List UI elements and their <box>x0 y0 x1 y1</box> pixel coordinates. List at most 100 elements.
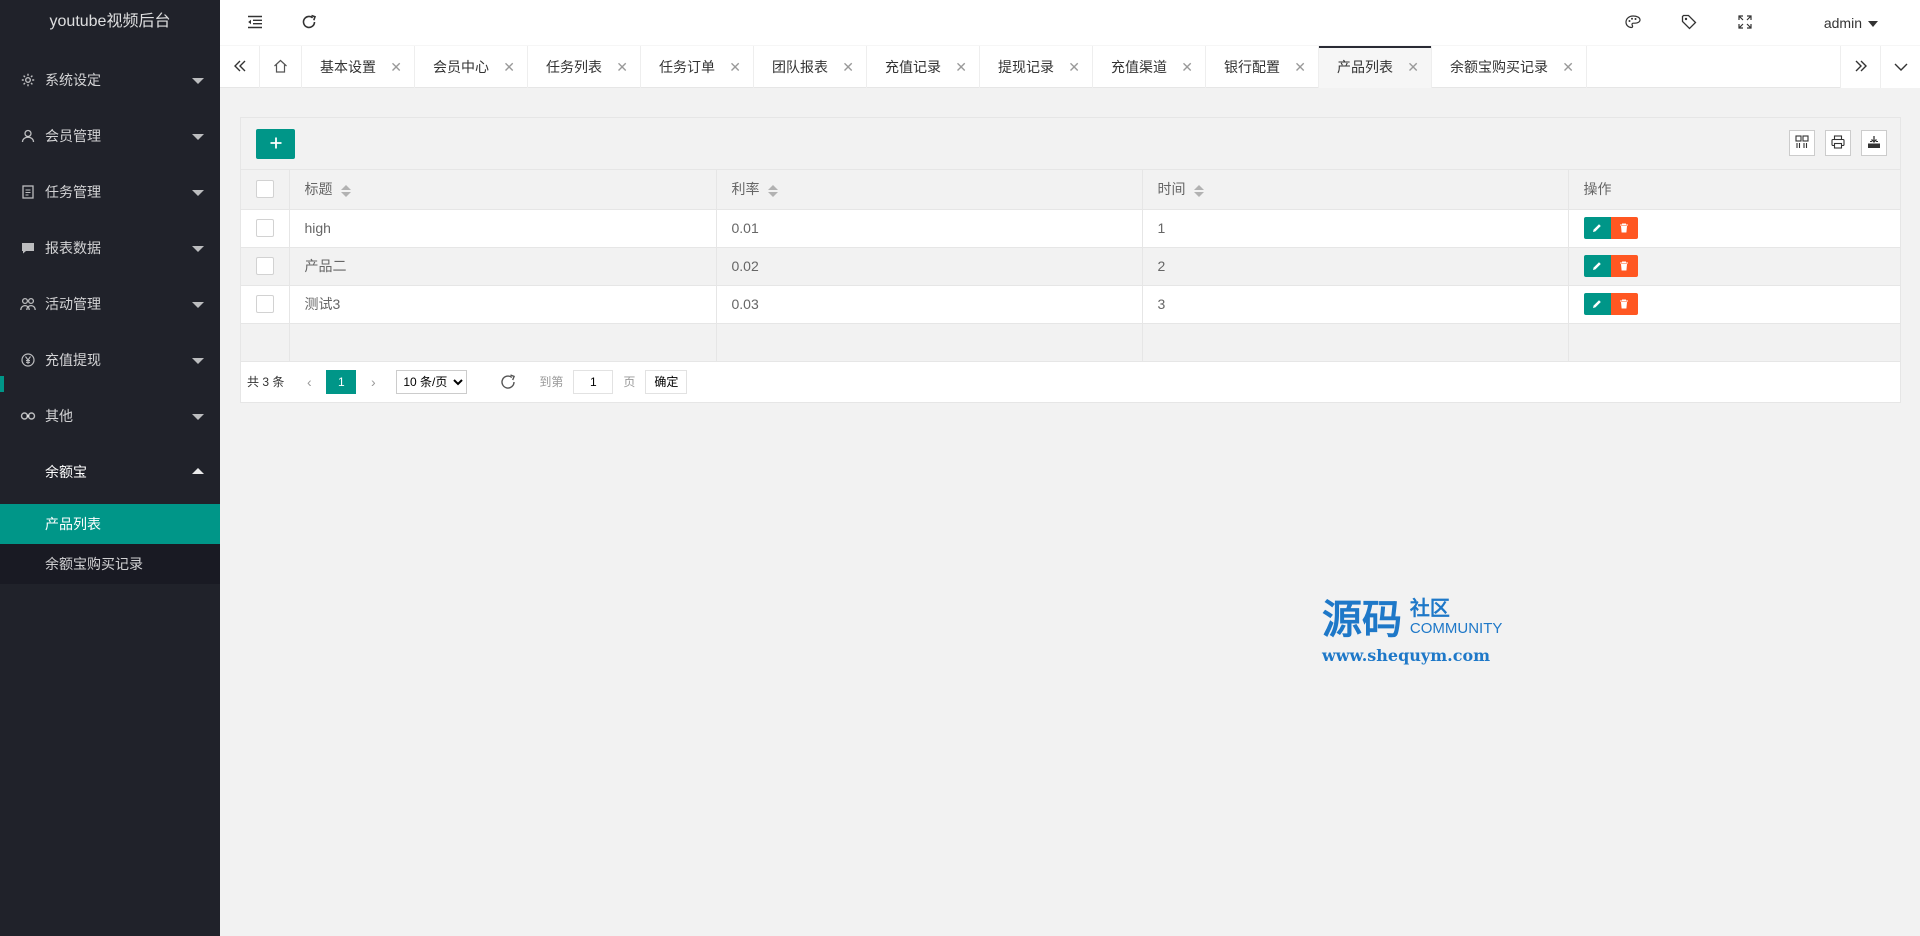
tab-task-orders[interactable]: 任务订单 ✕ <box>641 46 754 88</box>
sidebar-item-recharge-withdraw[interactable]: 充值提现 <box>0 332 220 388</box>
edit-button[interactable] <box>1583 217 1611 239</box>
row-checkbox[interactable] <box>256 257 274 276</box>
tab-home[interactable] <box>260 46 302 88</box>
tab-yuebao-purchase-records[interactable]: 余额宝购买记录 ✕ <box>1432 46 1587 88</box>
close-icon[interactable]: ✕ <box>955 46 967 88</box>
total-count: 共 3 条 <box>247 375 285 389</box>
tab-bank-config[interactable]: 银行配置 ✕ <box>1206 46 1319 88</box>
tabs-menu-button[interactable] <box>1880 46 1920 88</box>
row-checkbox[interactable] <box>256 219 274 238</box>
close-icon[interactable]: ✕ <box>1181 46 1193 88</box>
close-icon[interactable]: ✕ <box>503 46 515 88</box>
sidebar-item-activity-management[interactable]: 活动管理 <box>0 276 220 332</box>
tag-button[interactable] <box>1666 0 1712 46</box>
user-menu[interactable]: admin <box>1824 0 1878 46</box>
cell-title: high <box>289 209 717 248</box>
tab-basic-settings[interactable]: 基本设置 ✕ <box>302 46 415 88</box>
theme-button[interactable] <box>1610 0 1656 46</box>
prev-page-button[interactable]: ‹ <box>296 374 322 390</box>
menu-fold-icon <box>247 15 263 32</box>
close-icon[interactable]: ✕ <box>1407 46 1419 88</box>
sidebar-item-report-data[interactable]: 报表数据 <box>0 220 220 276</box>
close-icon[interactable]: ✕ <box>842 46 854 88</box>
delete-button[interactable] <box>1610 293 1638 315</box>
tab-recharge-channels[interactable]: 充值渠道 ✕ <box>1093 46 1206 88</box>
print-button[interactable] <box>1825 130 1851 156</box>
refresh-button[interactable] <box>286 0 332 46</box>
column-header-time[interactable]: 时间 <box>1142 170 1569 210</box>
menu-toggle-button[interactable] <box>232 0 278 46</box>
fullscreen-button[interactable] <box>1722 0 1768 46</box>
tab-label: 基本设置 <box>320 59 376 75</box>
next-page-button[interactable]: › <box>360 374 386 390</box>
cell-actions <box>1568 247 1900 286</box>
chevron-down-icon <box>192 246 204 252</box>
cell-title: 产品二 <box>289 247 717 286</box>
sidebar: youtube视频后台 系统设定 会员管理 任务管理 报表数据 活动管理 充值提… <box>0 0 220 936</box>
yen-icon <box>20 353 36 367</box>
sort-icon[interactable] <box>1193 184 1204 197</box>
palette-icon <box>1625 14 1641 32</box>
close-icon[interactable]: ✕ <box>1294 46 1306 88</box>
select-all-checkbox[interactable] <box>256 180 274 199</box>
goto-confirm-button[interactable]: 确定 <box>645 369 688 394</box>
sort-icon[interactable] <box>767 184 778 197</box>
chevron-down-icon <box>192 78 204 84</box>
export-button[interactable] <box>1861 130 1887 156</box>
sidebar-item-other[interactable]: 其他 <box>0 388 220 444</box>
tab-withdraw-records[interactable]: 提现记录 ✕ <box>980 46 1093 88</box>
row-checkbox[interactable] <box>256 295 274 314</box>
delete-button[interactable] <box>1610 255 1638 277</box>
tabs-scroll-left-button[interactable] <box>220 46 260 88</box>
sidebar-item-system-settings[interactable]: 系统设定 <box>0 52 220 108</box>
column-header-rate[interactable]: 利率 <box>716 170 1143 210</box>
chat-icon <box>20 242 36 254</box>
sidebar-item-label: 任务管理 <box>45 184 101 200</box>
cell-time: 1 <box>1142 209 1569 248</box>
goto-page-input[interactable] <box>573 369 614 394</box>
table-toolbar <box>241 118 1900 170</box>
sidebar-item-member-management[interactable]: 会员管理 <box>0 108 220 164</box>
watermark-url: www.shequym.com <box>1322 646 1491 665</box>
column-header-title[interactable]: 标题 <box>289 170 717 210</box>
tabs-scroll-right-button[interactable] <box>1840 46 1880 88</box>
edit-button[interactable] <box>1583 293 1611 315</box>
sidebar-marker <box>0 376 4 392</box>
close-icon[interactable]: ✕ <box>1068 46 1080 88</box>
tab-recharge-records[interactable]: 充值记录 ✕ <box>867 46 980 88</box>
columns-filter-button[interactable] <box>1789 130 1815 156</box>
gear-icon <box>20 73 36 87</box>
close-icon[interactable]: ✕ <box>729 46 741 88</box>
edit-button[interactable] <box>1583 255 1611 277</box>
export-icon <box>1867 135 1881 152</box>
row-select-cell <box>241 209 290 248</box>
link-icon <box>20 411 36 421</box>
sort-icon[interactable] <box>340 184 351 197</box>
delete-button[interactable] <box>1610 217 1638 239</box>
tab-team-report[interactable]: 团队报表 ✕ <box>754 46 867 88</box>
print-icon <box>1831 134 1845 152</box>
tabs-right-controls <box>1840 46 1920 88</box>
sidebar-item-label: 会员管理 <box>45 128 101 144</box>
empty-cell <box>716 323 1143 362</box>
close-icon[interactable]: ✕ <box>616 46 628 88</box>
sidebar-item-label: 充值提现 <box>45 352 101 368</box>
close-icon[interactable]: ✕ <box>390 46 402 88</box>
page-unit-label: 页 <box>623 375 636 389</box>
add-button[interactable] <box>256 129 295 159</box>
document-icon <box>20 185 36 199</box>
sidebar-item-label: 报表数据 <box>45 240 101 256</box>
page-size-select[interactable]: 10 条/页 <box>396 369 468 394</box>
sidebar-subitem-product-list[interactable]: 产品列表 <box>0 504 220 544</box>
sidebar-subitem-yuebao-purchase-records[interactable]: 余额宝购买记录 <box>0 544 220 584</box>
tab-member-center[interactable]: 会员中心 ✕ <box>415 46 528 88</box>
tab-task-list[interactable]: 任务列表 ✕ <box>528 46 641 88</box>
sidebar-item-yuebao[interactable]: 余额宝 <box>0 444 220 500</box>
tab-product-list[interactable]: 产品列表 ✕ <box>1319 46 1432 88</box>
page-number-current[interactable]: 1 <box>326 369 357 394</box>
sidebar-item-task-management[interactable]: 任务管理 <box>0 164 220 220</box>
tab-label: 任务列表 <box>546 59 602 75</box>
pager-refresh-button[interactable] <box>499 373 519 391</box>
close-icon[interactable]: ✕ <box>1562 46 1574 88</box>
double-chevron-left-icon <box>233 59 247 76</box>
